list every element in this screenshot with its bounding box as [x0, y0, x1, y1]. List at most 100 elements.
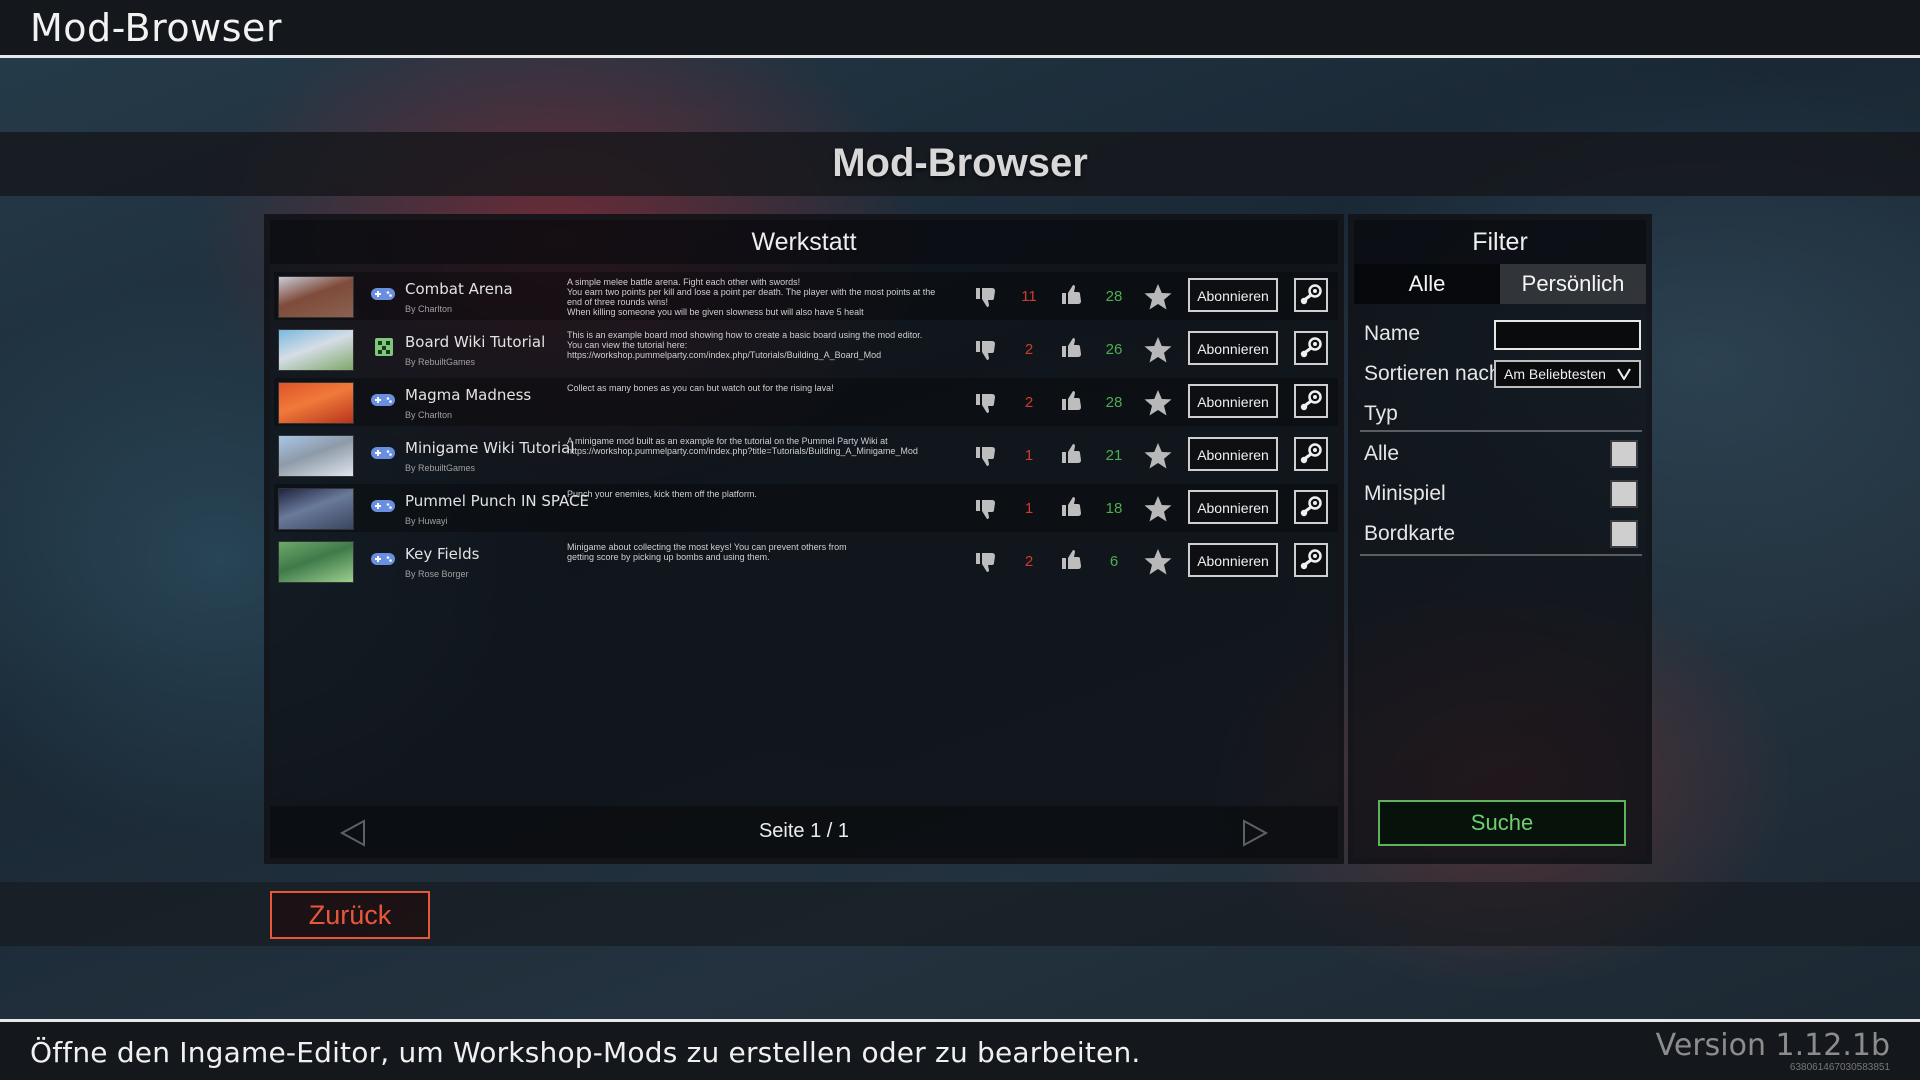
- mod-thumbnail: [278, 488, 354, 530]
- type-minigame-label: Minispiel: [1364, 482, 1446, 505]
- thumbs-up-icon[interactable]: [1061, 284, 1083, 306]
- sort-label: Sortieren nach: [1364, 362, 1501, 385]
- thumbs-down-icon[interactable]: [975, 498, 997, 520]
- mod-author: By RebuiltGames: [405, 463, 476, 473]
- title-banner: Mod-Browser: [0, 132, 1920, 196]
- type-all-label: Alle: [1364, 442, 1400, 465]
- mod-author: By Charlton: [405, 304, 453, 314]
- board-icon: [375, 338, 393, 356]
- upvote-count: 28: [1105, 288, 1123, 305]
- search-button[interactable]: Suche: [1378, 800, 1626, 846]
- gamepad-icon: [371, 394, 395, 406]
- mod-row[interactable]: Key Fields By Rose Borger Minigame about c…: [274, 537, 1338, 585]
- mod-row[interactable]: Board Wiki Tutorial By RebuiltGames This i…: [274, 325, 1338, 373]
- type-board-label: Bordkarte: [1364, 522, 1456, 545]
- downvote-count: 2: [1024, 394, 1034, 411]
- thumbs-up-icon[interactable]: [1061, 390, 1083, 412]
- filter-tabs: Alle Persönlich: [1354, 264, 1646, 304]
- steam-workshop-button[interactable]: [1294, 490, 1328, 524]
- type-board-checkbox[interactable]: [1610, 520, 1638, 548]
- sort-selected-value: Am Beliebtesten: [1504, 366, 1606, 382]
- thumbs-up-icon[interactable]: [1061, 496, 1083, 518]
- back-button[interactable]: Zurück: [270, 891, 430, 939]
- subscribe-button[interactable]: Abonnieren: [1188, 437, 1278, 471]
- mod-author: By Rose Borger: [405, 569, 469, 579]
- gamepad-icon: [371, 500, 395, 512]
- mod-description: A minigame mod built as an example for t…: [567, 436, 918, 456]
- mod-description: Collect as many bones as you can but wat…: [567, 383, 834, 393]
- next-page-arrow-icon[interactable]: [1240, 818, 1270, 848]
- steam-workshop-button[interactable]: [1294, 437, 1328, 471]
- favorite-star-icon[interactable]: [1143, 494, 1173, 524]
- subscribe-button[interactable]: Abonnieren: [1188, 331, 1278, 365]
- mod-author: By Huwayi: [405, 516, 448, 526]
- steam-workshop-button[interactable]: [1294, 543, 1328, 577]
- thumbs-up-icon[interactable]: [1061, 549, 1083, 571]
- filter-panel: Filter Alle Persönlich Name Sortieren na…: [1348, 214, 1652, 864]
- thumbs-up-icon[interactable]: [1061, 443, 1083, 465]
- filter-title: Filter: [1354, 220, 1646, 264]
- sort-dropdown[interactable]: Am Beliebtesten: [1494, 360, 1641, 388]
- gamepad-icon: [371, 553, 395, 565]
- mod-description: Punch your enemies, kick them off the pl…: [567, 489, 757, 499]
- thumbs-down-icon[interactable]: [975, 551, 997, 573]
- steam-workshop-button[interactable]: [1294, 331, 1328, 365]
- tab-all[interactable]: Alle: [1354, 264, 1500, 304]
- mod-row[interactable]: Magma Madness By Charlton Collect as many …: [274, 378, 1338, 426]
- subscribe-button[interactable]: Abonnieren: [1188, 543, 1278, 577]
- steam-icon: [1300, 390, 1322, 411]
- upvote-count: 21: [1105, 447, 1123, 464]
- favorite-star-icon[interactable]: [1143, 388, 1173, 418]
- upvote-count: 18: [1105, 500, 1123, 517]
- mod-author: By RebuiltGames: [405, 357, 476, 367]
- favorite-star-icon[interactable]: [1143, 441, 1173, 471]
- steam-workshop-button[interactable]: [1294, 278, 1328, 312]
- mod-name: Pummel Punch IN SPACE: [405, 492, 589, 510]
- filter-divider: [1360, 554, 1642, 556]
- type-all-checkbox[interactable]: [1610, 440, 1638, 468]
- workshop-panel: Werkstatt Combat Arena By Charlton A simpl…: [264, 214, 1344, 864]
- favorite-star-icon[interactable]: [1143, 335, 1173, 365]
- chevron-down-icon: [1617, 368, 1631, 380]
- mod-thumbnail: [278, 541, 354, 583]
- name-input[interactable]: [1494, 320, 1641, 350]
- mod-name: Combat Arena: [405, 280, 513, 298]
- mod-thumbnail: [278, 276, 354, 318]
- steam-icon: [1300, 443, 1322, 464]
- editor-hint: Öffne den Ingame-Editor, um Workshop-Mod…: [30, 1036, 1141, 1069]
- steam-workshop-button[interactable]: [1294, 384, 1328, 418]
- favorite-star-icon[interactable]: [1143, 547, 1173, 577]
- name-label: Name: [1364, 322, 1421, 345]
- thumbs-up-icon[interactable]: [1061, 337, 1083, 359]
- steam-icon: [1300, 284, 1322, 305]
- page-indicator: Seite 1 / 1: [758, 820, 850, 842]
- thumbs-down-icon[interactable]: [975, 392, 997, 414]
- mod-thumbnail: [278, 382, 354, 424]
- subscribe-button[interactable]: Abonnieren: [1188, 384, 1278, 418]
- steam-icon: [1300, 549, 1322, 570]
- mod-description: This is an example board mod showing how…: [567, 330, 923, 360]
- mod-name: Minigame Wiki Tutorial: [405, 439, 575, 457]
- type-minigame-checkbox[interactable]: [1610, 480, 1638, 508]
- mod-author: By Charlton: [405, 410, 453, 420]
- favorite-star-icon[interactable]: [1143, 282, 1173, 312]
- top-bar: Mod-Browser: [0, 0, 1920, 58]
- mod-row[interactable]: Pummel Punch IN SPACE By Huwayi Punch your…: [274, 484, 1338, 532]
- bottom-bar: Öffne den Ingame-Editor, um Workshop-Mod…: [0, 1019, 1920, 1080]
- type-label: Typ: [1364, 402, 1398, 425]
- mod-row[interactable]: Minigame Wiki Tutorial By RebuiltGames A m…: [274, 431, 1338, 479]
- thumbs-down-icon[interactable]: [975, 286, 997, 308]
- version-label: Version 1.12.1b: [1655, 1028, 1890, 1063]
- thumbs-down-icon[interactable]: [975, 339, 997, 361]
- subscribe-button[interactable]: Abonnieren: [1188, 490, 1278, 524]
- mod-thumbnail: [278, 435, 354, 477]
- tab-personal[interactable]: Persönlich: [1500, 264, 1646, 304]
- steam-icon: [1300, 337, 1322, 358]
- thumbs-down-icon[interactable]: [975, 445, 997, 467]
- subscribe-button[interactable]: Abonnieren: [1188, 278, 1278, 312]
- mod-name: Board Wiki Tutorial: [405, 333, 546, 351]
- app-title: Mod-Browser: [30, 6, 282, 50]
- build-id: 638061467030583851: [1789, 1062, 1890, 1073]
- workshop-title: Werkstatt: [270, 220, 1338, 264]
- mod-row[interactable]: Combat Arena By Charlton A simple melee ba…: [274, 272, 1338, 320]
